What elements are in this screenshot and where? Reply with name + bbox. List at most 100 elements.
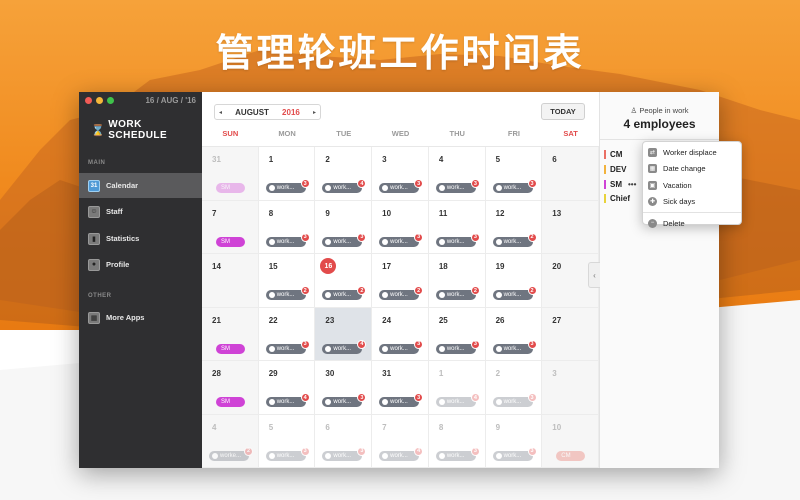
shift-chip-work[interactable]: work... 3 <box>322 232 367 247</box>
shift-chip-work[interactable]: work... 2 <box>265 286 310 300</box>
shift-chip-work[interactable]: work... 4 <box>322 339 367 354</box>
day-cell[interactable]: 4 worke... 2 <box>202 414 259 468</box>
shift-chip-sm[interactable]: SM <box>216 397 245 407</box>
day-cell[interactable]: 17 work... 2 <box>372 254 429 308</box>
day-cell[interactable]: 10 CM <box>542 414 599 468</box>
day-cell[interactable]: 22 work... 3 <box>258 307 316 361</box>
shift-chip-sm[interactable]: SM <box>216 343 245 354</box>
shift-chip-work[interactable]: work... 3 <box>322 393 367 407</box>
day-cell[interactable]: 9 work... 3 <box>485 414 543 468</box>
next-month-button[interactable]: ▸ <box>313 109 316 116</box>
day-cell[interactable]: 7 SM <box>202 200 259 254</box>
shift-chip-work[interactable]: work... 3 <box>379 179 424 193</box>
day-cell[interactable]: 2 work... 4 <box>315 147 373 201</box>
day-cell[interactable]: 14 <box>202 254 259 308</box>
shift-chip-work[interactable]: work... 2 <box>379 286 424 300</box>
day-cell[interactable]: 13 <box>542 200 599 254</box>
day-cell[interactable]: 4 work... 3 <box>428 147 486 201</box>
shift-chip-label: work... <box>333 345 352 352</box>
shift-chip-work[interactable]: work... 3 <box>265 339 310 354</box>
shift-chip-work[interactable]: work... 4 <box>379 446 424 461</box>
shift-chip-cm[interactable]: CM <box>556 450 586 461</box>
shift-chip-sm[interactable]: SM <box>216 236 245 247</box>
day-cell[interactable]: 16 work... 2 <box>315 254 373 308</box>
day-cell[interactable]: 8 work... 3 <box>258 200 316 254</box>
day-cell[interactable]: 19 work... 2 <box>485 254 543 308</box>
sidebar-item-profile[interactable]: ● Profile <box>79 252 202 277</box>
day-cell[interactable]: 10 work... 3 <box>372 200 429 254</box>
shift-chip-work[interactable]: work... 3 <box>492 339 537 354</box>
shift-chip-work[interactable]: work... 4 <box>322 179 367 193</box>
role-item-chief[interactable]: Chief <box>604 192 630 204</box>
day-cell[interactable]: 2 work... 3 <box>485 361 543 415</box>
shift-chip-work[interactable]: worke... 2 <box>209 446 253 461</box>
day-cell[interactable]: 23 work... 4 <box>315 307 373 361</box>
shift-chip-work[interactable]: work... 3 <box>435 232 480 247</box>
day-cell[interactable]: 28 SM <box>202 361 259 415</box>
shift-chip-work[interactable]: work... 3 <box>435 446 480 461</box>
day-cell[interactable]: 27 <box>542 307 599 361</box>
today-button[interactable]: TODAY <box>541 103 585 120</box>
shift-chip-work[interactable]: work... 3 <box>379 232 424 247</box>
shift-chip-work[interactable]: work... 3 <box>492 393 537 407</box>
shift-chip-work[interactable]: work... 2 <box>492 286 537 300</box>
shift-chip-work[interactable]: work... 3 <box>265 446 310 461</box>
shift-chip-work[interactable]: work... 2 <box>435 286 480 300</box>
shift-chip-work[interactable]: work... 3 <box>492 446 537 461</box>
day-cell[interactable]: 12 work... 2 <box>485 200 543 254</box>
collapse-panel-button[interactable]: ‹ <box>588 262 600 288</box>
day-cell[interactable]: 1 work... 4 <box>428 361 486 415</box>
day-cell[interactable]: 26 work... 3 <box>485 307 543 361</box>
day-cell[interactable]: 6 work... 3 <box>315 414 373 468</box>
shift-chip-work[interactable]: work... 2 <box>322 286 367 300</box>
zoom-button[interactable] <box>107 97 114 104</box>
day-cell[interactable]: 9 work... 3 <box>315 200 373 254</box>
shift-chip-work[interactable]: work... 3 <box>379 339 424 354</box>
shift-chip-work[interactable]: work... 3 <box>265 232 310 247</box>
day-cell[interactable]: 31 SM <box>202 147 259 201</box>
more-options-button[interactable]: ••• <box>628 180 636 189</box>
sidebar-item-staff[interactable]: ☺ Staff <box>79 199 202 224</box>
day-cell[interactable]: 25 work... 3 <box>428 307 486 361</box>
menu-item-sick-days[interactable]: ✚ Sick days <box>643 194 741 211</box>
shift-chip-work[interactable]: work... 3 <box>265 179 310 193</box>
day-cell[interactable]: 21 SM <box>202 307 259 361</box>
day-cell[interactable]: 24 work... 3 <box>372 307 429 361</box>
menu-item-delete[interactable]: − Delete <box>643 215 741 232</box>
day-cell[interactable]: 6 <box>542 147 599 201</box>
prev-month-button[interactable]: ◂ <box>219 109 222 116</box>
day-cell[interactable]: 5 work... 3 <box>258 414 316 468</box>
shift-chip-work[interactable]: work... 3 <box>492 179 537 193</box>
day-cell[interactable]: 3 work... 3 <box>372 147 429 201</box>
role-item-dev[interactable]: DEV <box>604 163 626 175</box>
shift-chip-work[interactable]: work... 4 <box>265 393 310 407</box>
role-item-cm[interactable]: CM <box>604 148 622 160</box>
minimize-button[interactable] <box>96 97 103 104</box>
day-cell[interactable]: 15 work... 2 <box>258 254 316 308</box>
day-cell[interactable]: 31 work... 3 <box>372 361 429 415</box>
day-cell[interactable]: 5 work... 3 <box>485 147 543 201</box>
close-button[interactable] <box>85 97 92 104</box>
role-item-sm[interactable]: SM <box>604 178 622 190</box>
day-cell[interactable]: 18 work... 2 <box>428 254 486 308</box>
sidebar-item-calendar[interactable]: 31 Calendar <box>79 173 202 198</box>
menu-item-vacation[interactable]: ▣ Vacation <box>643 177 741 194</box>
day-cell[interactable]: 29 work... 4 <box>258 361 316 415</box>
shift-chip-work[interactable]: work... 3 <box>435 339 480 354</box>
sidebar-item-more-apps[interactable]: ▦ More Apps <box>79 305 202 330</box>
shift-chip-work[interactable]: work... 3 <box>379 393 424 407</box>
day-cell[interactable]: 11 work... 3 <box>428 200 486 254</box>
day-cell[interactable]: 3 <box>542 361 599 415</box>
day-cell[interactable]: 7 work... 4 <box>372 414 429 468</box>
shift-chip-work[interactable]: work... 3 <box>322 446 367 461</box>
menu-item-worker-displace[interactable]: ⇄ Worker displace <box>643 144 741 161</box>
day-cell[interactable]: 1 work... 3 <box>258 147 316 201</box>
shift-chip-sm[interactable]: SM <box>216 183 245 193</box>
sidebar-item-statistics[interactable]: ▮ Statistics <box>79 226 202 251</box>
shift-chip-work[interactable]: work... 3 <box>435 179 480 193</box>
day-cell[interactable]: 8 work... 3 <box>428 414 486 468</box>
shift-chip-work[interactable]: work... 4 <box>435 393 480 407</box>
menu-item-date-change[interactable]: ▦ Date change <box>643 161 741 178</box>
shift-chip-work[interactable]: work... 2 <box>492 232 537 247</box>
day-cell[interactable]: 30 work... 3 <box>315 361 373 415</box>
